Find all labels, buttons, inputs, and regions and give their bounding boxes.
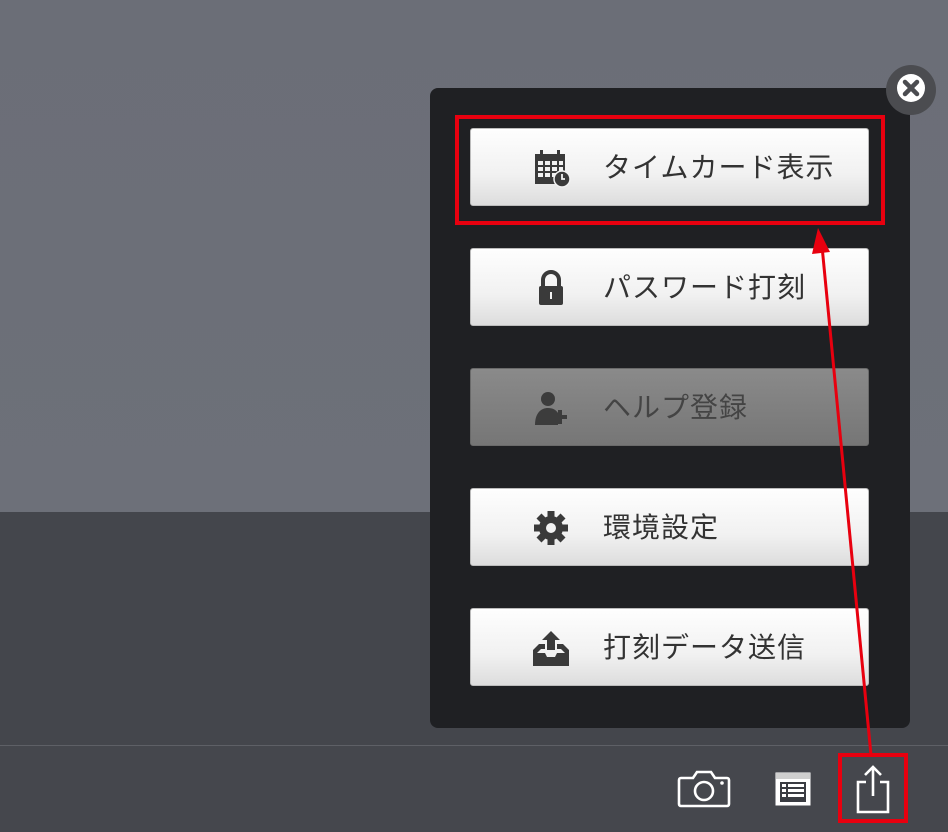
send-punch-data-button[interactable]: 打刻データ送信 — [470, 608, 869, 686]
password-punch-label: パスワード打刻 — [603, 271, 807, 304]
close-button[interactable] — [886, 65, 936, 115]
password-punch-button[interactable]: パスワード打刻 — [470, 248, 869, 326]
settings-label: 環境設定 — [603, 511, 720, 544]
lock-icon — [531, 268, 571, 308]
help-register-button[interactable]: ヘルプ登録 — [470, 368, 869, 446]
gear-icon — [531, 508, 571, 548]
highlight-timecard-box — [455, 115, 885, 225]
settings-button[interactable]: 環境設定 — [470, 488, 869, 566]
help-register-label: ヘルプ登録 — [603, 391, 749, 424]
add-user-icon — [531, 388, 571, 428]
highlight-share-box — [838, 753, 908, 823]
camera-icon[interactable] — [676, 764, 732, 814]
close-icon — [896, 73, 926, 107]
upload-tray-icon — [531, 628, 571, 668]
list-icon[interactable] — [772, 764, 814, 814]
bottom-toolbar — [0, 745, 948, 832]
send-punch-data-label: 打刻データ送信 — [603, 631, 807, 664]
